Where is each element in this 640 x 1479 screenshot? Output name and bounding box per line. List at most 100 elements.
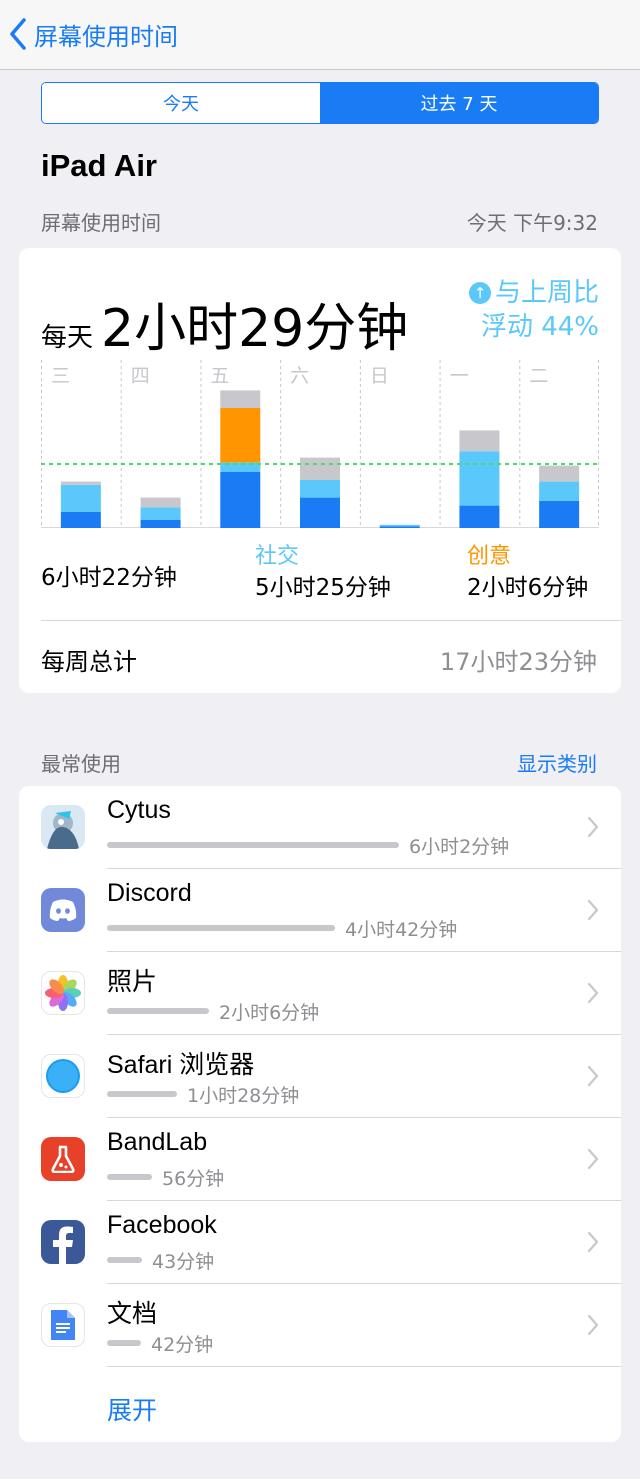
segment-last-7-days[interactable]: 过去 7 天 [320, 83, 598, 123]
category-creative: 创意 2小时6分钟 [467, 538, 588, 602]
week-total-label: 每周总计 [41, 648, 137, 676]
usage-time: 1小时28分钟 [187, 1084, 300, 1107]
app-usage: 43分钟 [107, 1249, 215, 1273]
usage-time: 56分钟 [162, 1167, 225, 1190]
bandlab-icon [41, 1137, 85, 1181]
usage-time: 6小时2分钟 [409, 835, 510, 858]
chart-bar-segment [379, 524, 420, 527]
comparison-line-2: 浮动 44% [480, 312, 599, 342]
navigation-bar: 屏幕使用时间 [0, 0, 640, 70]
cytus-icon [41, 805, 85, 849]
screen-time-timestamp: 今天 下午9:32 [466, 211, 598, 235]
category-totals: 6小时22分钟 社交 5小时25分钟 创意 2小时6分钟 [19, 538, 621, 608]
most-used-section-label: 最常使用 [41, 752, 121, 776]
usage-time: 4小时42分钟 [345, 918, 458, 941]
expand-button[interactable]: 展开 [107, 1391, 157, 1427]
segment-today[interactable]: 今天 [42, 83, 320, 123]
chevron-right-icon [587, 1148, 599, 1170]
week-comparison: ↑ 与上周比 浮动 44% [468, 276, 599, 344]
usage-bar [107, 1091, 177, 1097]
chart-bar-segment [459, 451, 500, 506]
app-name: 文档 [107, 1300, 158, 1328]
app-row[interactable]: Safari 浏览器 1小时28分钟 [19, 1035, 621, 1118]
most-used-card: Cytus 6小时2分钟 Discord 4小时42分钟 照片 2小时6分钟 S… [19, 786, 621, 1442]
chart-day-label: 三 [51, 365, 70, 387]
arrow-up-circle-icon: ↑ [468, 282, 491, 304]
app-row[interactable]: Facebook 43分钟 [19, 1201, 621, 1284]
chevron-right-icon [587, 1065, 599, 1087]
category-social-value: 5小时25分钟 [255, 575, 391, 601]
row-separator [107, 1366, 621, 1367]
chevron-left-icon [10, 18, 26, 50]
chevron-right-icon [587, 1231, 599, 1253]
chart-bar-segment [539, 481, 580, 501]
app-row[interactable]: Discord 4小时42分钟 [19, 869, 621, 952]
chart-bar-segment [220, 390, 261, 408]
chart-bar-segment [459, 505, 500, 528]
app-name: 照片 [107, 968, 158, 996]
chevron-right-icon [587, 816, 599, 838]
chart-bar-segment [379, 526, 420, 528]
usage-time: 2小时6分钟 [219, 1001, 320, 1024]
app-row[interactable]: BandLab 56分钟 [19, 1118, 621, 1201]
chart-bar-segment [539, 500, 580, 528]
chart-day-label: 一 [450, 365, 469, 387]
back-label: 屏幕使用时间 [34, 22, 178, 51]
app-usage: 1小时28分钟 [107, 1083, 300, 1107]
daily-average: 每天 2小时29分钟 [41, 286, 408, 361]
chevron-right-icon [587, 982, 599, 1004]
daily-usage-chart: 三四五六日一二 [41, 360, 599, 528]
chevron-right-icon [587, 899, 599, 921]
chart-day-label: 二 [529, 365, 548, 387]
app-usage: 6小时2分钟 [107, 834, 510, 858]
usage-bar [107, 1174, 152, 1180]
chart-day-label: 六 [290, 365, 309, 387]
chart-bar-segment [140, 520, 181, 528]
usage-bar [107, 925, 335, 931]
chart-day-label: 五 [210, 365, 229, 387]
chart-bar-segment [60, 512, 101, 528]
app-name: Discord [107, 879, 192, 907]
app-row[interactable]: Cytus 6小时2分钟 [19, 786, 621, 869]
category-social: 社交 5小时25分钟 [255, 538, 391, 602]
app-usage: 2小时6分钟 [107, 1000, 320, 1024]
category-other: 6小时22分钟 [41, 558, 177, 592]
app-row[interactable]: 照片 2小时6分钟 [19, 952, 621, 1035]
divider [41, 620, 621, 621]
chart-bar-segment [140, 497, 181, 508]
device-title: iPad Air [41, 148, 157, 183]
chart-bar-segment [140, 507, 181, 520]
category-creative-label: 创意 [467, 544, 512, 569]
app-usage: 42分钟 [107, 1332, 214, 1356]
usage-bar [107, 1008, 209, 1014]
app-usage: 4小时42分钟 [107, 917, 458, 941]
chart-bar-segment [220, 472, 261, 528]
chart-day-label: 日 [370, 365, 389, 387]
daily-average-value: 2小时29分钟 [101, 299, 409, 359]
category-other-value: 6小时22分钟 [41, 565, 177, 591]
app-name: Safari 浏览器 [107, 1051, 255, 1079]
week-total-value: 17小时23分钟 [439, 648, 597, 676]
usage-time: 42分钟 [151, 1333, 214, 1356]
show-categories-button[interactable]: 显示类别 [517, 748, 597, 777]
screen-time-card[interactable]: 每天 2小时29分钟 ↑ 与上周比 浮动 44% 三 四 五 六 日 一 二 6小时22分钟 … [19, 248, 621, 693]
usage-bar [107, 842, 399, 848]
facebook-icon [41, 1220, 85, 1264]
usage-bar [107, 1257, 142, 1263]
app-row[interactable]: 文档 42分钟 [19, 1284, 621, 1367]
discord-icon [41, 888, 85, 932]
chart-bar-segment [300, 480, 340, 498]
back-button[interactable]: 屏幕使用时间 [8, 14, 178, 54]
chart-bar-segment [539, 465, 580, 482]
chart-bar-segment [300, 497, 340, 528]
usage-bar [107, 1340, 141, 1346]
usage-time: 43分钟 [152, 1250, 215, 1273]
app-usage: 56分钟 [107, 1166, 225, 1190]
category-creative-value: 2小时6分钟 [467, 575, 589, 601]
safari-icon [41, 1054, 85, 1098]
app-name: Cytus [107, 796, 171, 824]
app-name: BandLab [107, 1128, 208, 1156]
period-segmented-control: 今天 过去 7 天 [41, 82, 599, 124]
chart-bar-segment [60, 481, 101, 485]
docs-icon [41, 1303, 85, 1347]
